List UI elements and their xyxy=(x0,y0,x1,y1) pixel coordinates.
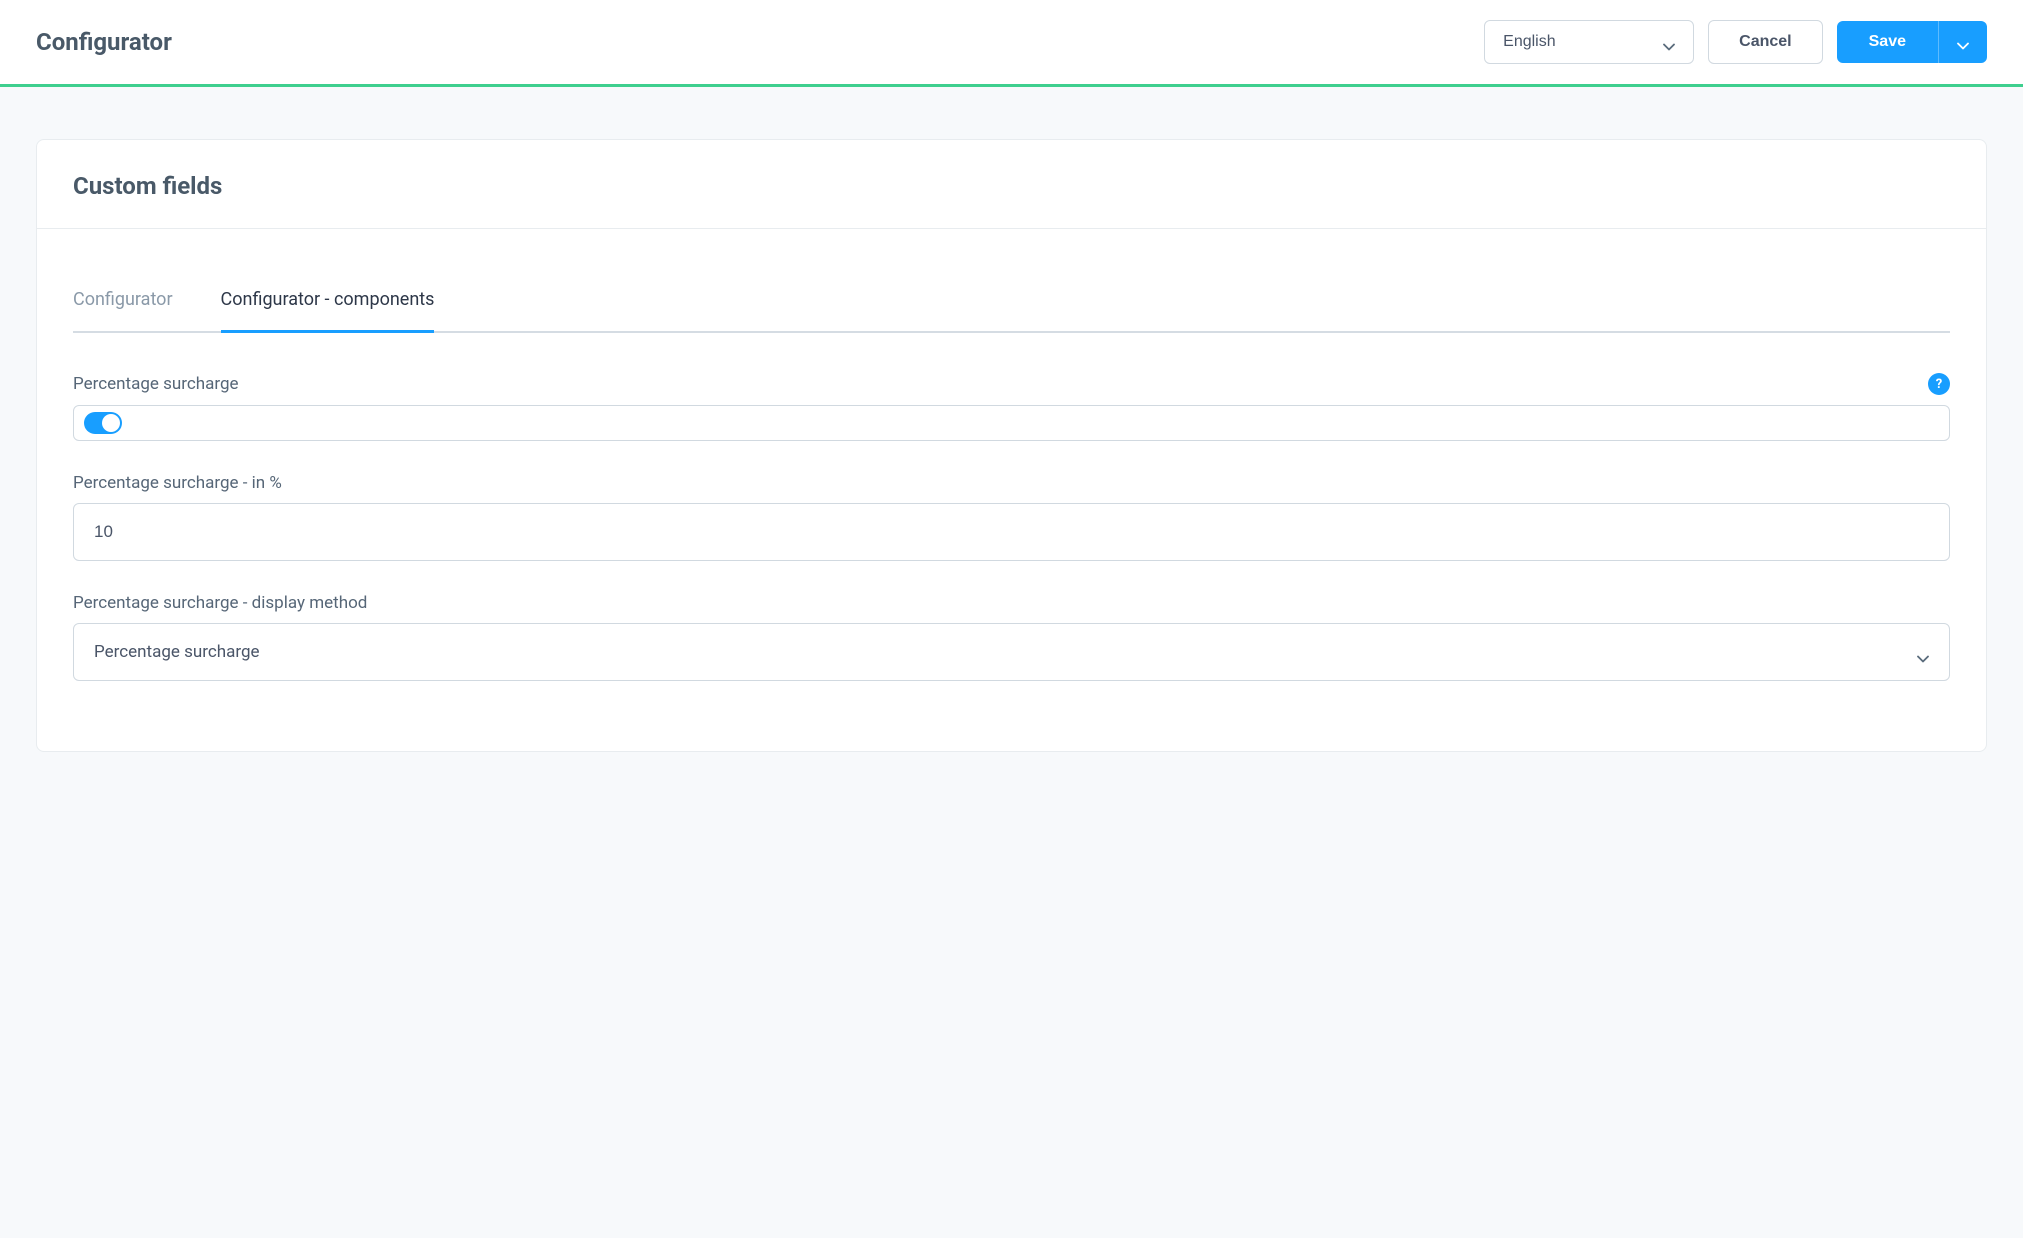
tabs: Configurator Configurator - components xyxy=(73,261,1950,333)
save-dropdown-button[interactable] xyxy=(1938,21,1987,63)
top-bar: Configurator English Cancel Save xyxy=(0,0,2023,87)
percentage-value-label: Percentage surcharge - in % xyxy=(73,473,282,493)
toggle-knob xyxy=(102,414,120,432)
help-icon[interactable]: ? xyxy=(1928,373,1950,395)
tab-configurator[interactable]: Configurator xyxy=(73,289,173,333)
language-select[interactable]: English xyxy=(1484,20,1694,64)
tab-configurator-components[interactable]: Configurator - components xyxy=(221,289,435,333)
custom-fields-card: Custom fields Configurator Configurator … xyxy=(36,139,1987,752)
language-value: English xyxy=(1503,33,1555,51)
toggle-container xyxy=(73,405,1950,441)
label-row: Percentage surcharge ? xyxy=(73,373,1950,395)
percentage-surcharge-label: Percentage surcharge xyxy=(73,374,239,394)
display-method-label: Percentage surcharge - display method xyxy=(73,593,367,613)
display-method-value: Percentage surcharge xyxy=(94,642,260,662)
label-row: Percentage surcharge - display method xyxy=(73,593,1950,613)
chevron-down-icon xyxy=(1957,38,1969,46)
field-percentage-surcharge: Percentage surcharge ? xyxy=(73,373,1950,441)
page-title: Configurator xyxy=(36,28,172,56)
card-header: Custom fields xyxy=(37,140,1986,229)
chevron-down-icon xyxy=(1663,38,1675,46)
card-title: Custom fields xyxy=(73,172,1950,200)
field-percentage-value: Percentage surcharge - in % xyxy=(73,473,1950,561)
display-method-select[interactable]: Percentage surcharge xyxy=(73,623,1950,681)
field-display-method: Percentage surcharge - display method Pe… xyxy=(73,593,1950,681)
content: Custom fields Configurator Configurator … xyxy=(0,87,2023,804)
label-row: Percentage surcharge - in % xyxy=(73,473,1950,493)
cancel-button[interactable]: Cancel xyxy=(1708,20,1822,64)
save-button-group: Save xyxy=(1837,21,1987,63)
top-actions: English Cancel Save xyxy=(1484,20,1987,64)
percentage-value-input[interactable] xyxy=(73,503,1950,561)
card-body: Configurator Configurator - components P… xyxy=(37,229,1986,751)
chevron-down-icon xyxy=(1917,648,1929,656)
save-button[interactable]: Save xyxy=(1837,21,1938,63)
percentage-surcharge-toggle[interactable] xyxy=(84,412,122,434)
